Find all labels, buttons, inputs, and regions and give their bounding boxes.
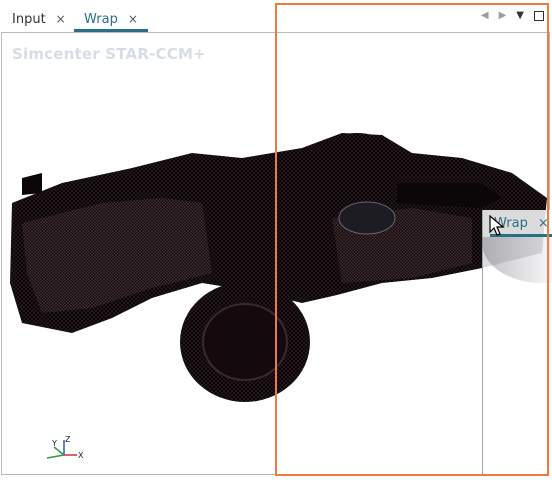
graphics-viewport[interactable]: Simcenter STAR-CCM+ Y Z X [1, 32, 550, 475]
axis-y-label: Y [51, 439, 57, 448]
editor-tab-bar: Input × Wrap × ◀ ▶ ▼ [0, 0, 552, 32]
tab-wrap-close-icon[interactable]: × [128, 13, 138, 25]
next-icon[interactable]: ▶ [499, 10, 507, 21]
maximize-icon[interactable] [534, 10, 544, 21]
menu-dropdown-icon[interactable]: ▼ [516, 10, 524, 21]
mouse-pointer-icon [489, 215, 505, 236]
tab-input-label: Input [12, 11, 46, 27]
tab-input-close-icon[interactable]: × [56, 13, 66, 25]
dragged-tab-close-icon[interactable]: × [538, 216, 549, 231]
view-controls: ◀ ▶ ▼ [481, 10, 544, 21]
tab-input[interactable]: Input × [2, 6, 76, 32]
axis-z-label: Z [65, 435, 71, 444]
previous-icon[interactable]: ◀ [481, 10, 489, 21]
vehicle-mesh-model [10, 133, 547, 402]
axis-triad: Y Z X [46, 435, 84, 460]
tab-wrap[interactable]: Wrap × [74, 6, 148, 32]
tab-wrap-label: Wrap [84, 11, 118, 27]
axis-x-label: X [78, 451, 84, 460]
